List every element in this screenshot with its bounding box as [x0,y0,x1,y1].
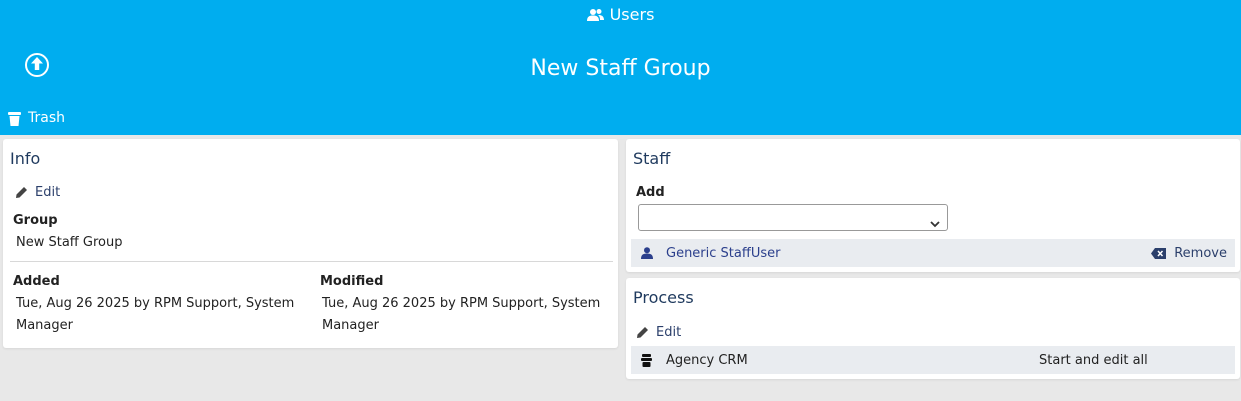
backspace-icon [1151,247,1167,259]
staff-member-name[interactable]: Generic StaffUser [666,246,780,261]
process-edit-button[interactable]: Edit [636,325,681,340]
process-icon [641,353,652,367]
process-row: Agency CRM Start and edit all [631,346,1235,374]
modified-label: Modified [320,274,384,289]
page-title: New Staff Group [530,56,711,81]
users-link[interactable]: Users [0,5,1241,27]
process-panel: Process Edit Agency CRM Start and edit a… [626,278,1240,379]
users-icon [586,7,604,27]
add-staff-label: Add [636,185,665,200]
process-permission: Start and edit all [1039,352,1148,368]
staff-member-row: Generic StaffUser Remove [631,239,1235,267]
pencil-icon [636,326,649,339]
info-divider [10,261,613,262]
process-title: Process [633,288,694,307]
added-value: Tue, Aug 26 2025 by RPM Support, System … [16,296,295,333]
trash-button[interactable]: Trash [8,109,65,127]
chevron-down-icon [930,213,940,232]
user-icon [641,247,653,259]
trash-icon [8,111,21,126]
group-value: New Staff Group [16,235,123,250]
remove-staff-label: Remove [1174,245,1227,261]
staff-title: Staff [633,149,671,168]
process-edit-label: Edit [656,325,682,340]
trash-label: Trash [28,110,65,126]
info-edit-label: Edit [35,185,61,200]
modified-value: Tue, Aug 26 2025 by RPM Support, System … [322,296,601,333]
remove-staff-button[interactable]: Remove [1151,246,1227,261]
pencil-icon [15,186,28,199]
users-link-label: Users [609,5,655,24]
add-staff-select[interactable] [638,204,948,231]
group-label: Group [13,213,58,228]
staff-panel: Staff Add Generic StaffUser Remove [626,139,1240,272]
page-header: Users New Staff Group Trash [0,0,1241,135]
info-panel: Info Edit Group New Staff Group Added Tu… [3,139,618,348]
added-label: Added [13,274,60,289]
info-edit-button[interactable]: Edit [15,185,60,200]
info-title: Info [10,149,41,168]
process-name[interactable]: Agency CRM [666,353,748,368]
